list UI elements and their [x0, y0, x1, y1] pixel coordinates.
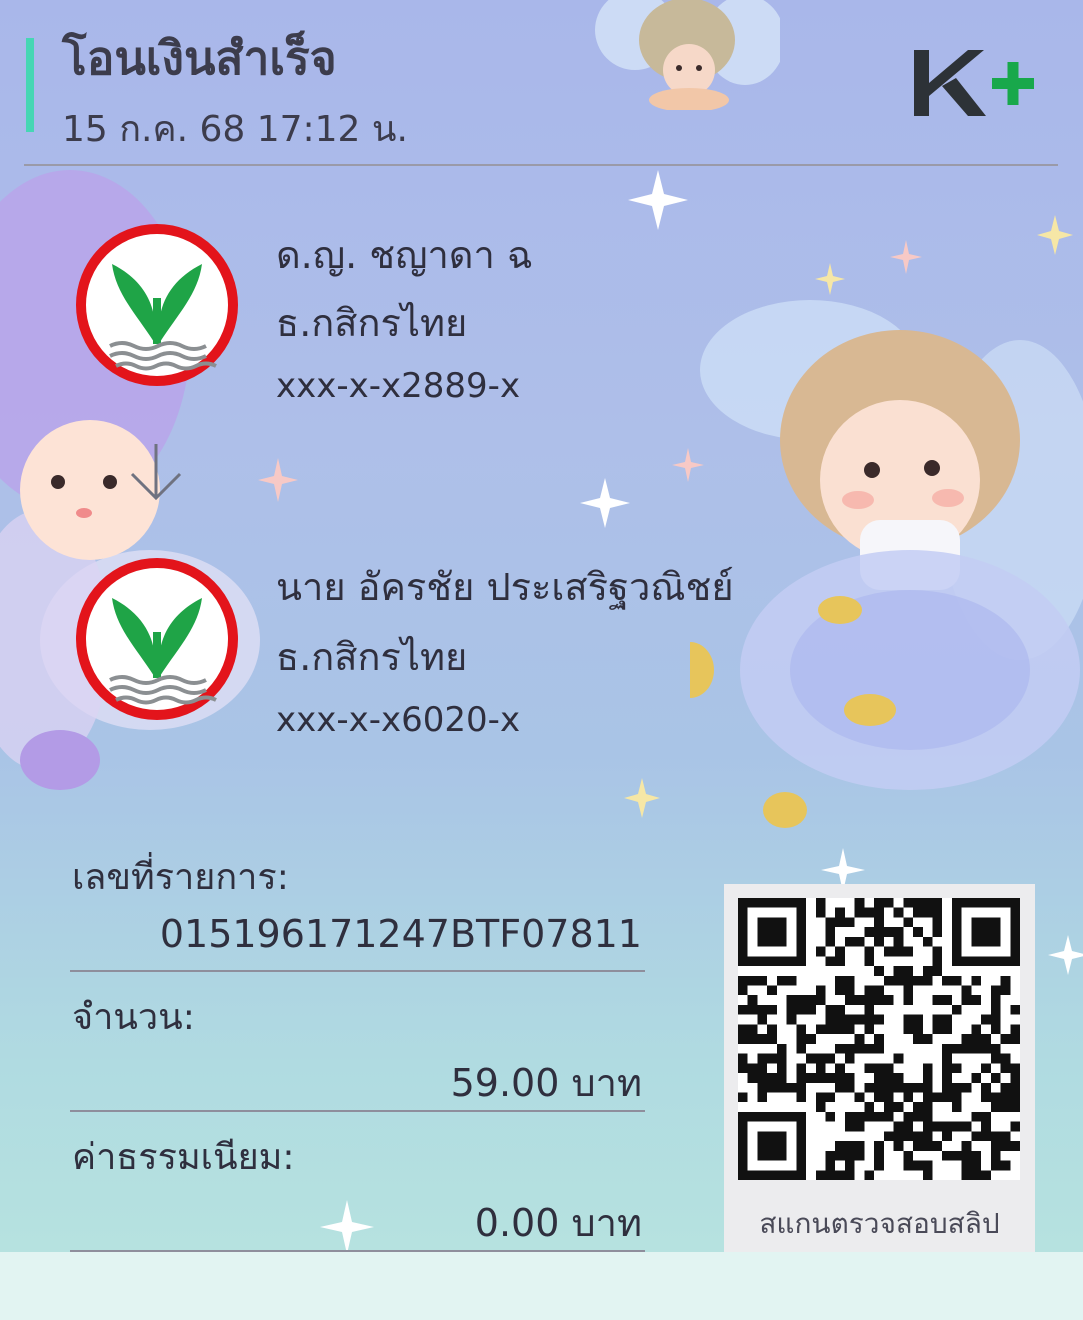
qr-code-icon[interactable] [738, 898, 1020, 1180]
qr-caption: สแกนตรวจสอบสลิป [759, 1207, 1000, 1240]
fee-label: ค่าธรรมเนียม: [72, 1137, 295, 1178]
fairy-illustration-right [690, 300, 1083, 828]
amount-value: 59.00 บาท [450, 1061, 642, 1105]
receiver-account: xxx-x-x6020-x [276, 700, 521, 740]
fee-divider [70, 1250, 645, 1252]
sender-account: xxx-x-x2889-x [276, 366, 521, 406]
k-plus-logo [914, 50, 1034, 116]
fairy-illustration-top [595, 0, 780, 110]
title-accent-bar [26, 38, 34, 132]
sender-name: ด.ญ. ชญาดา ฉ [276, 233, 533, 277]
receiver-bank-logo [76, 558, 238, 720]
arrow-down-icon [130, 444, 182, 501]
reference-label: เลขที่รายการ: [72, 857, 289, 898]
receiver-bank: ธ.กสิกรไทย [276, 635, 468, 679]
qr-verify-card[interactable]: สแกนตรวจสอบสลิป [724, 884, 1035, 1252]
amount-divider [70, 1110, 645, 1112]
reference-value: 015196171247BTF07811 [159, 912, 642, 956]
page-title: โอนเงินสำเร็จ [62, 31, 337, 85]
reference-divider [70, 970, 645, 972]
footer-band [0, 1252, 1083, 1320]
sender-bank-logo [76, 224, 238, 386]
receiver-name: นาย อัครชัย ประเสริฐวณิชย์ [276, 565, 734, 609]
header-divider [24, 164, 1058, 166]
sender-bank: ธ.กสิกรไทย [276, 301, 468, 345]
amount-label: จำนวน: [72, 997, 195, 1038]
transaction-datetime: 15 ก.ค. 68 17:12 น. [62, 109, 408, 150]
fee-value: 0.00 บาท [474, 1201, 642, 1245]
